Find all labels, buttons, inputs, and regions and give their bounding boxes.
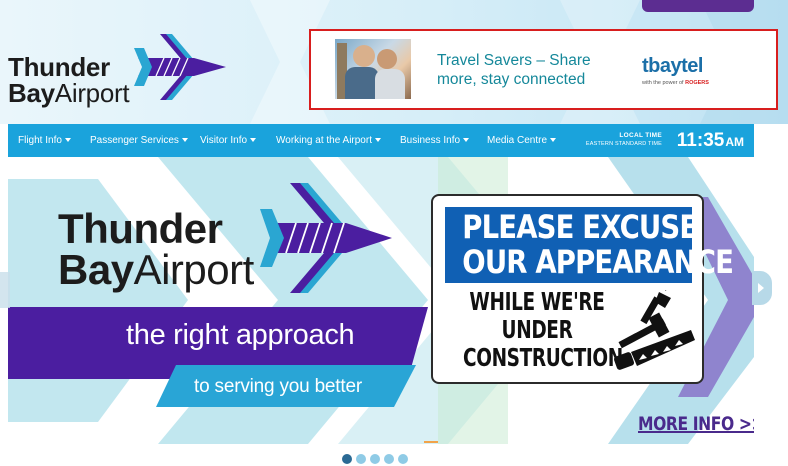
nav-flight-info[interactable]: Flight Info xyxy=(18,124,71,157)
carousel-dot-4[interactable] xyxy=(384,454,394,464)
sign-body-line1: WHILE WE'RE xyxy=(469,287,605,316)
ad-brand-tagline: with the power of ROGERS xyxy=(642,80,709,86)
hero-logo-bay-airport: BayAirport xyxy=(58,246,254,293)
site-logo[interactable]: Thunder BayAirport xyxy=(8,30,228,110)
hero-logo-thunder: Thunder xyxy=(58,205,223,252)
hero-slider: Thunder BayAirport the right approach to… xyxy=(8,157,754,444)
hero-subtagline: to serving you better xyxy=(194,376,362,397)
tools-icon xyxy=(613,290,695,370)
top-utility-tab[interactable] xyxy=(642,0,754,12)
carousel-dot-3[interactable] xyxy=(370,454,380,464)
clock-timezone: EASTERN STANDARD TIME xyxy=(585,141,662,147)
slider-next-arrow[interactable] xyxy=(752,271,772,305)
chevron-right-icon xyxy=(758,283,764,293)
clock-labels: LOCAL TIME EASTERN STANDARD TIME xyxy=(542,132,662,148)
nav-passenger-services[interactable]: Passenger Services xyxy=(90,124,188,157)
airplane-icon xyxy=(134,34,226,100)
ad-photo xyxy=(335,39,411,99)
sign-header-line2: OUR APPEARANCE xyxy=(462,243,734,281)
sign-body-line2: UNDER xyxy=(501,315,573,344)
advertisement-banner[interactable]: Travel Savers – Share more, stay connect… xyxy=(309,29,778,110)
chevron-down-icon xyxy=(181,138,188,143)
hero-tagline: the right approach xyxy=(126,319,355,351)
nav-working-at-airport[interactable]: Working at the Airport xyxy=(276,124,381,157)
chevron-down-icon xyxy=(250,138,257,143)
main-navigation: Flight Info Passenger Services Visitor I… xyxy=(8,124,754,157)
carousel-dot-2[interactable] xyxy=(356,454,366,464)
local-time-clock: LOCAL TIME EASTERN STANDARD TIME 11:35AM xyxy=(504,129,744,153)
construction-sign: PLEASE EXCUSE OUR APPEARANCE WHILE WE'RE… xyxy=(431,194,734,384)
decorative-divider xyxy=(424,441,438,443)
ad-brand-name: tbaytel xyxy=(642,55,703,77)
clock-time: 11:35AM xyxy=(676,130,744,151)
ad-headline: Travel Savers – Share more, stay connect… xyxy=(437,52,591,88)
more-info-link[interactable]: MORE INFO >> xyxy=(638,413,754,435)
slider-prev-arrow[interactable] xyxy=(0,272,10,308)
site-header: Thunder BayAirport Travel Savers – Share… xyxy=(0,0,788,124)
carousel-dot-5[interactable] xyxy=(398,454,408,464)
chevron-down-icon xyxy=(64,138,71,143)
carousel-dot-1[interactable] xyxy=(342,454,352,464)
chevron-down-icon xyxy=(463,138,470,143)
chevron-down-icon xyxy=(374,138,381,143)
hero-logo: Thunder BayAirport xyxy=(58,205,298,293)
ad-brand-logo: tbaytel with the power of ROGERS xyxy=(642,55,752,86)
sign-body-line3: CONSTRUCTION xyxy=(463,343,623,372)
nav-visitor-info[interactable]: Visitor Info xyxy=(200,124,257,157)
nav-business-info[interactable]: Business Info xyxy=(400,124,470,157)
sign-header-panel: PLEASE EXCUSE OUR APPEARANCE xyxy=(445,207,734,283)
sign-header-line1: PLEASE EXCUSE xyxy=(462,208,698,246)
clock-label: LOCAL TIME xyxy=(619,132,662,139)
